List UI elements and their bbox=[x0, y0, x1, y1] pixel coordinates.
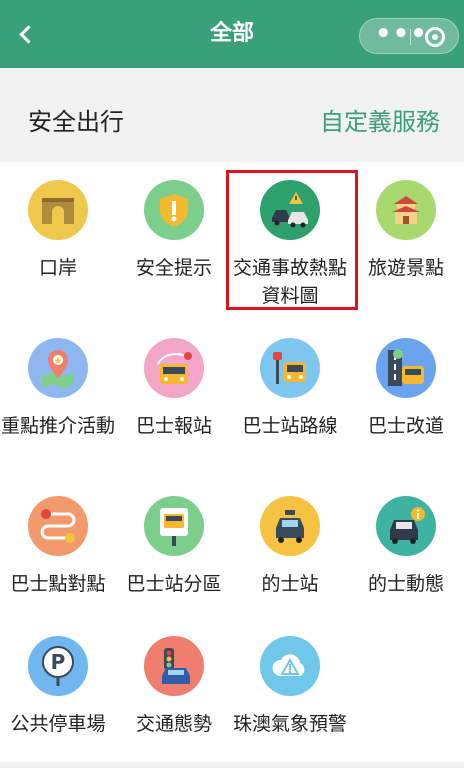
service-bus-stop-zones[interactable]: 巴士站分區 bbox=[116, 478, 232, 628]
service-bus-report[interactable]: 巴士報站 bbox=[116, 320, 232, 470]
miniprogram-capsule: ••• bbox=[359, 18, 459, 54]
svg-text:P: P bbox=[51, 650, 66, 674]
service-label: 巴士報站 bbox=[135, 415, 212, 437]
custom-services-link[interactable]: 自定義服務 bbox=[320, 102, 440, 137]
service-label: 重點推介活動 bbox=[0, 415, 115, 437]
service-label: 公共停車場 bbox=[10, 713, 106, 735]
taxi-info-icon bbox=[376, 496, 436, 556]
service-label: 口岸 bbox=[38, 257, 77, 279]
service-traffic-status[interactable]: 交通態勢 bbox=[116, 618, 232, 768]
shield-alert-icon bbox=[144, 180, 204, 240]
service-port[interactable]: 口岸 bbox=[0, 162, 116, 312]
traffic-light-car-icon bbox=[144, 636, 204, 696]
port-gate-icon bbox=[28, 180, 88, 240]
service-label: 旅遊景點 bbox=[367, 257, 444, 279]
bus-detour-icon bbox=[376, 338, 436, 398]
service-label: 的士動態 bbox=[367, 573, 444, 595]
selection-highlight-box bbox=[226, 170, 358, 310]
bus-stop-icon bbox=[260, 338, 320, 398]
service-tourist-spots[interactable]: 旅遊景點 bbox=[348, 162, 464, 312]
service-public-parking[interactable]: P 公共停車場 bbox=[0, 618, 116, 768]
service-featured-events[interactable]: 重點推介活動 bbox=[0, 320, 116, 470]
service-label: 珠澳氣象預警 bbox=[232, 713, 347, 735]
section-title: 安全出行 bbox=[28, 108, 124, 136]
service-bus-point-to-point[interactable]: 巴士點對點 bbox=[0, 478, 116, 628]
top-bar: 全部 ••• bbox=[0, 0, 464, 68]
service-label: 交通態勢 bbox=[135, 713, 212, 735]
capsule-divider bbox=[410, 29, 411, 45]
parking-icon: P bbox=[28, 636, 88, 696]
service-label: 的士站 bbox=[261, 573, 319, 595]
service-label: 安全提示 bbox=[135, 257, 212, 279]
close-target-icon[interactable] bbox=[425, 27, 445, 47]
route-points-icon bbox=[28, 496, 88, 556]
service-label: 巴士改道 bbox=[367, 415, 444, 437]
bottom-divider bbox=[0, 762, 464, 768]
service-bus-detour[interactable]: 巴士改道 bbox=[348, 320, 464, 470]
service-label: 巴士站路線 bbox=[242, 415, 338, 437]
service-taxi-status[interactable]: 的士動態 bbox=[348, 478, 464, 628]
pagoda-icon bbox=[376, 180, 436, 240]
service-safety-tips[interactable]: 安全提示 bbox=[116, 162, 232, 312]
service-label: 巴士點對點 bbox=[10, 573, 106, 595]
taxi-icon bbox=[260, 496, 320, 556]
section-header: 安全出行 自定義服務 bbox=[0, 68, 464, 162]
more-menu-icon[interactable]: ••• bbox=[375, 21, 427, 47]
service-label: 巴士站分區 bbox=[126, 573, 222, 595]
service-taxi-stand[interactable]: 的士站 bbox=[232, 478, 348, 628]
service-weather-warning[interactable]: 珠澳氣象預警 bbox=[232, 618, 348, 768]
service-bus-stop-routes[interactable]: 巴士站路線 bbox=[232, 320, 348, 470]
weather-warning-icon bbox=[260, 636, 320, 696]
map-star-icon bbox=[28, 338, 88, 398]
bus-stop-sign-icon bbox=[144, 496, 204, 556]
bus-route-icon bbox=[144, 338, 204, 398]
